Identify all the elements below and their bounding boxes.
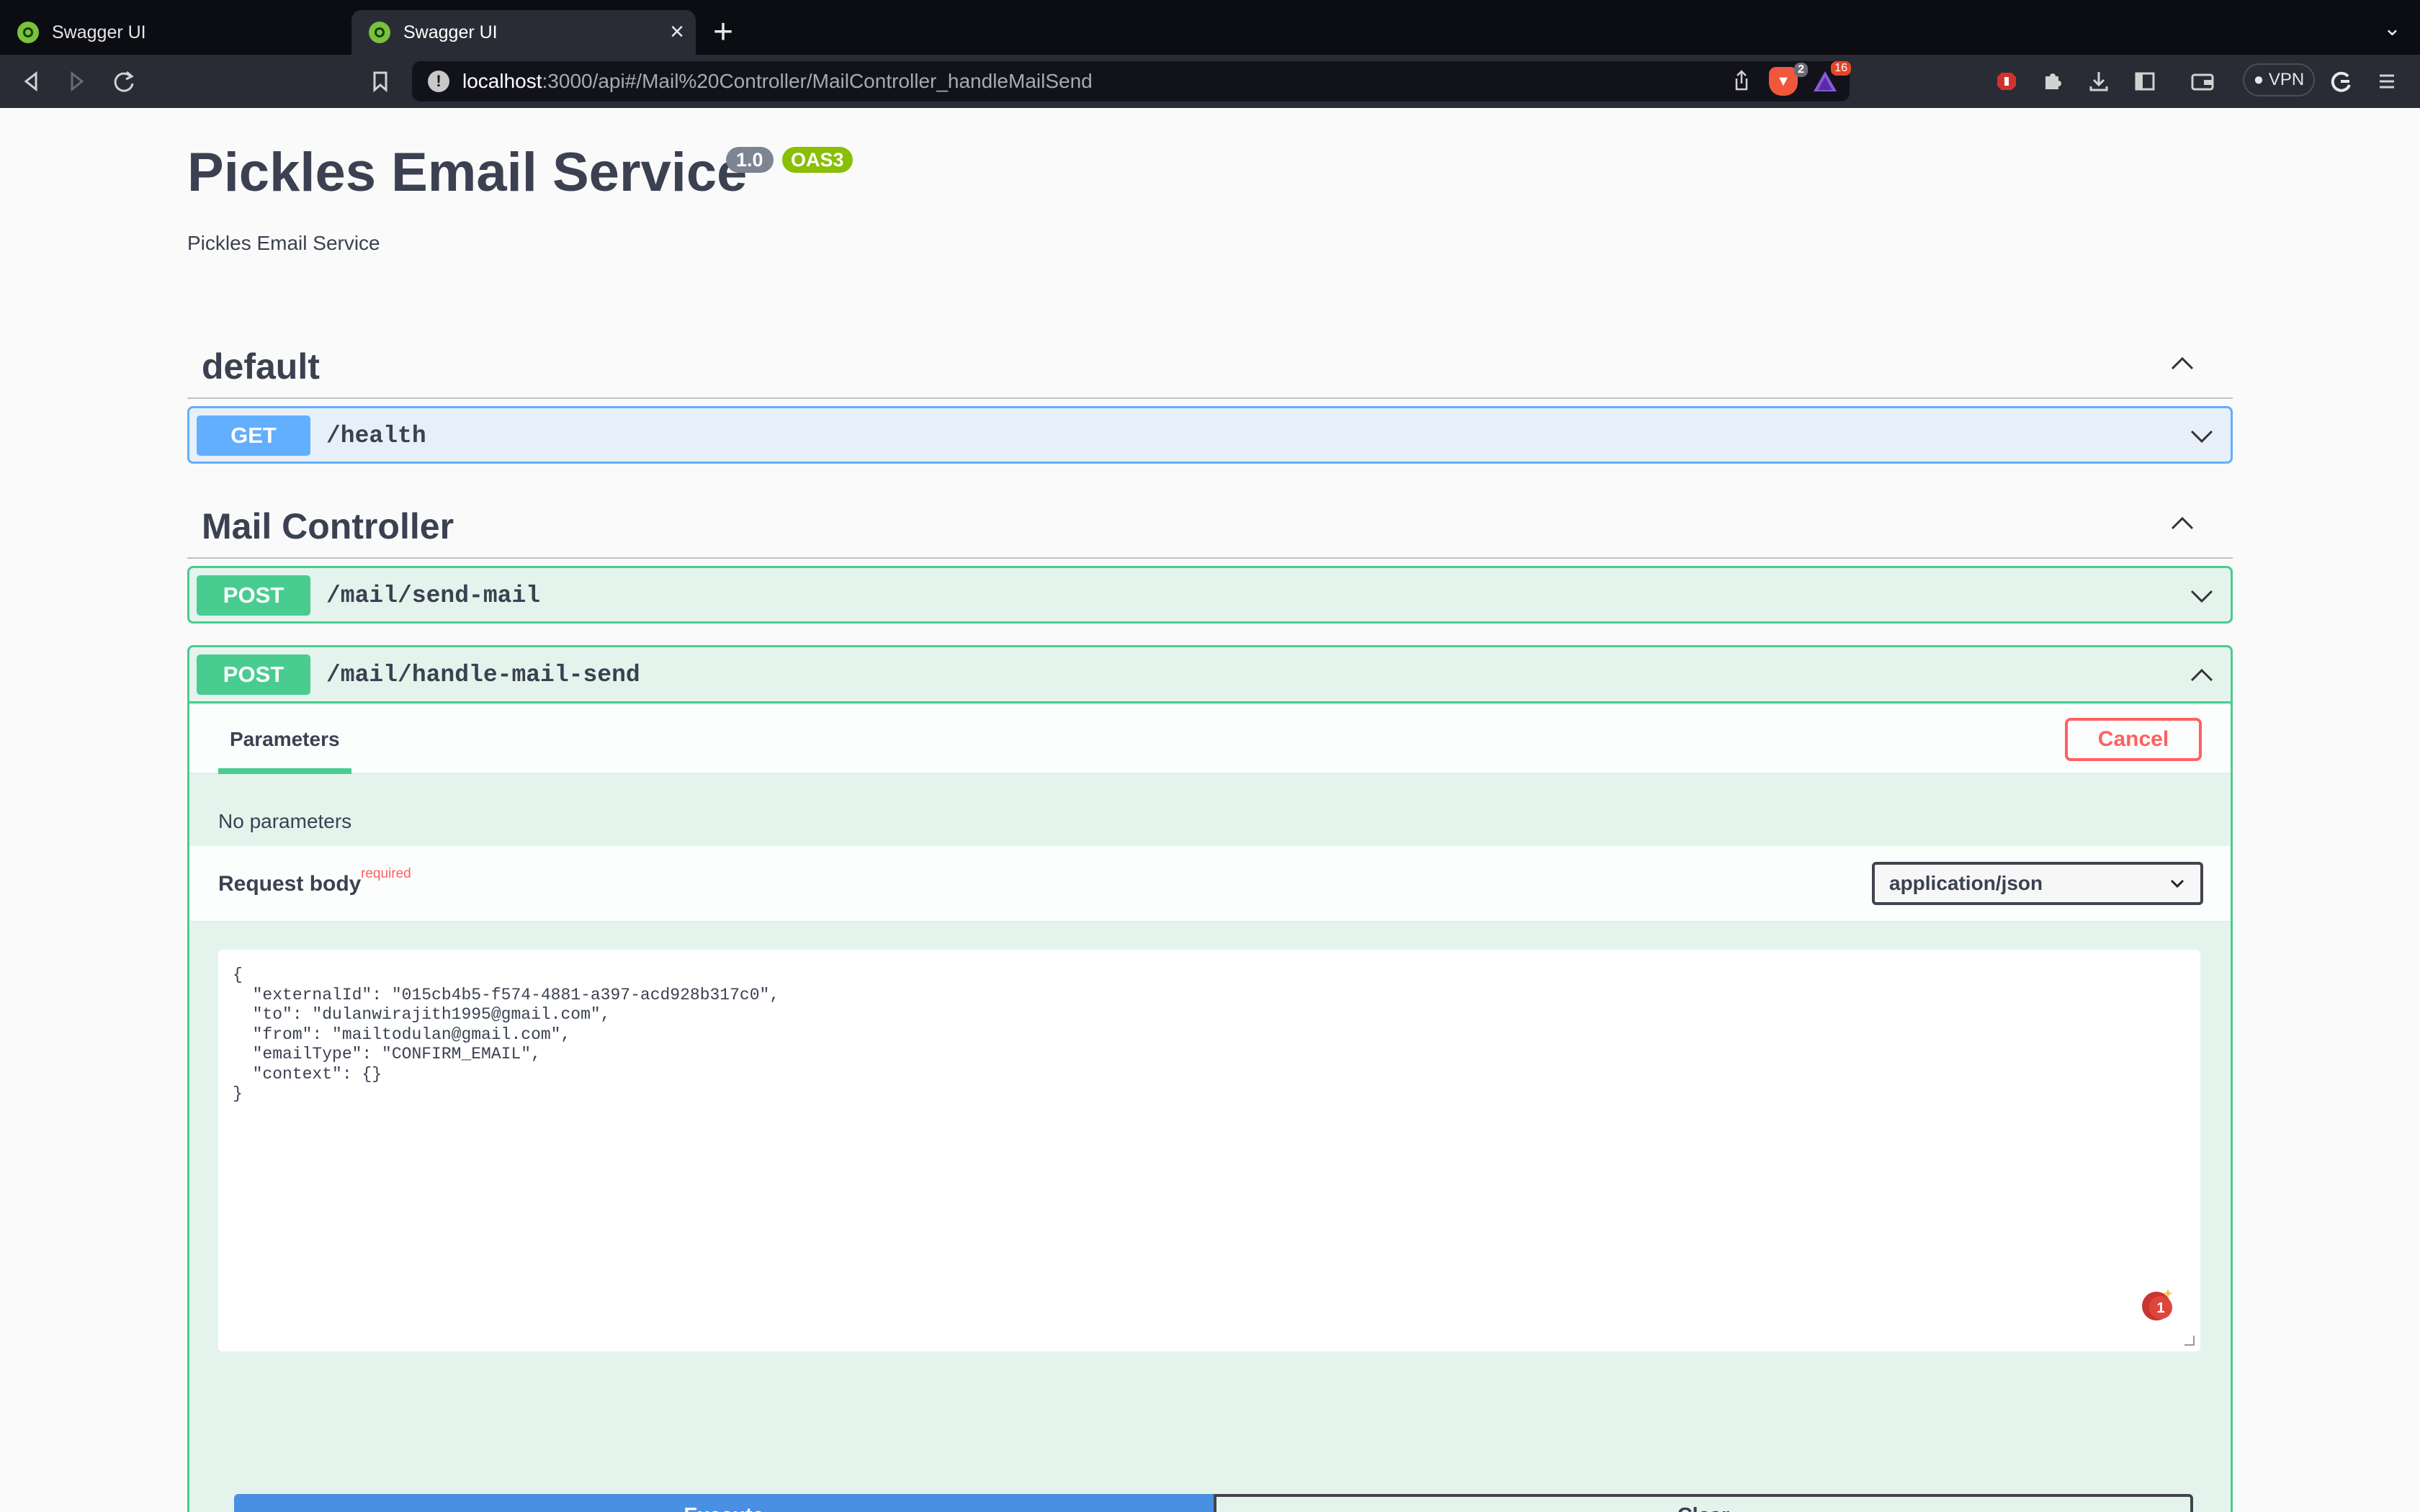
operation-get-health[interactable]: GET /health	[187, 406, 2233, 464]
method-badge-post: POST	[197, 575, 310, 616]
version-badge: 1.0	[726, 147, 774, 173]
chevron-up-icon[interactable]	[2187, 660, 2216, 689]
browser-tab-bar: Swagger UI Swagger UI × + ⌄	[0, 0, 2420, 55]
url-text: localhost:3000/api#/Mail%20Controller/Ma…	[462, 70, 1093, 93]
body-line: "context": {}	[233, 1064, 382, 1084]
bookmark-icon[interactable]	[364, 66, 396, 96]
sidebar-icon[interactable]	[2129, 66, 2161, 96]
cancel-button[interactable]: Cancel	[2065, 718, 2202, 761]
back-icon[interactable]	[16, 66, 48, 96]
address-bar[interactable]: ! localhost:3000/api#/Mail%20Controller/…	[412, 61, 1851, 102]
wallet-icon[interactable]	[2187, 66, 2218, 96]
swagger-favicon-icon	[17, 22, 39, 43]
tab-menu-chevron-icon[interactable]: ⌄	[2383, 16, 2401, 41]
url-host: localhost	[462, 70, 542, 92]
brave-leo-icon[interactable]	[2325, 66, 2357, 96]
operation-post-handle-mail-send: POST /mail/handle-mail-send Parameters C…	[187, 645, 2233, 1512]
browser-menu-icon[interactable]	[2371, 66, 2403, 96]
vpn-label: VPN	[2268, 70, 2305, 89]
browser-tab-label: Swagger UI	[403, 22, 498, 42]
swagger-favicon-icon	[369, 22, 390, 43]
browser-tab-label: Swagger UI	[52, 22, 146, 42]
section-name: default	[202, 346, 320, 387]
shields-count-badge: 2	[1794, 63, 1808, 77]
operation-path: /mail/send-mail	[326, 582, 541, 609]
tab-parameters[interactable]: Parameters	[218, 705, 351, 774]
body-line: {	[233, 966, 243, 984]
grammarly-icon[interactable]: 1	[2139, 1286, 2177, 1323]
chevron-down-icon	[2170, 879, 2184, 888]
execute-button[interactable]: Execute	[234, 1494, 1214, 1512]
operation-summary[interactable]: POST /mail/handle-mail-send	[189, 647, 2231, 703]
method-badge-get: GET	[197, 415, 310, 456]
brave-shields-icon[interactable]: ▼ 2	[1769, 63, 1808, 96]
operation-post-send-mail[interactable]: POST /mail/send-mail	[187, 566, 2233, 624]
body-line: "externalId": "015cb4b5-f574-4881-a397-a…	[233, 985, 780, 1004]
request-body-header: Request body required application/json	[189, 846, 2231, 922]
operation-path: /mail/handle-mail-send	[326, 662, 640, 688]
close-tab-icon[interactable]: ×	[670, 19, 684, 45]
content-type-value: application/json	[1889, 872, 2043, 894]
body-line: "to": "dulanwirajith1995@gmail.com",	[233, 1005, 611, 1024]
section-name: Mail Controller	[202, 506, 454, 546]
browser-tab-1[interactable]: Swagger UI	[0, 10, 346, 55]
site-info-icon[interactable]: !	[428, 71, 449, 92]
method-badge-post: POST	[197, 654, 310, 695]
browser-toolbar: ! localhost:3000/api#/Mail%20Controller/…	[0, 55, 2420, 108]
vpn-button[interactable]: ● VPN	[2243, 63, 2315, 96]
forward-icon[interactable]	[60, 66, 92, 96]
parameters-header: Parameters Cancel	[189, 705, 2231, 774]
new-tab-icon[interactable]: +	[713, 13, 733, 52]
no-parameters-text: No parameters	[218, 810, 352, 832]
section-default-header[interactable]: default	[187, 330, 2233, 399]
browser-tab-2[interactable]: Swagger UI ×	[351, 10, 696, 55]
content-type-select[interactable]: application/json	[1872, 862, 2203, 905]
rewards-count-badge: 16	[1831, 61, 1851, 76]
url-path: :3000/api#/Mail%20Controller/MailControl…	[542, 70, 1093, 92]
chevron-up-icon	[2171, 356, 2194, 370]
api-description: Pickles Email Service	[187, 232, 380, 254]
reload-icon[interactable]	[108, 66, 140, 96]
adblock-extension-icon[interactable]	[1991, 66, 2022, 96]
downloads-icon[interactable]	[2083, 66, 2115, 96]
chevron-down-icon[interactable]	[2187, 421, 2216, 450]
request-body-label: Request body	[218, 872, 362, 896]
share-icon[interactable]	[1727, 67, 1756, 96]
resize-handle[interactable]	[2184, 1336, 2195, 1346]
section-mail-controller-header[interactable]: Mail Controller	[187, 490, 2233, 559]
request-body-editor[interactable]: { "externalId": "015cb4b5-f574-4881-a397…	[218, 950, 2200, 1351]
body-line: "emailType": "CONFIRM_EMAIL",	[233, 1045, 541, 1063]
brave-rewards-icon[interactable]: 16	[1811, 61, 1851, 96]
oas-badge: OAS3	[782, 147, 853, 173]
operation-path: /health	[326, 423, 426, 449]
api-title: Pickles Email Service	[187, 142, 748, 203]
grammarly-count: 1	[2156, 1300, 2164, 1316]
chevron-down-icon[interactable]	[2187, 581, 2216, 610]
clear-button[interactable]: Clear	[1214, 1494, 2193, 1512]
body-line: }	[233, 1084, 243, 1103]
body-line: "from": "mailtodulan@gmail.com",	[233, 1025, 571, 1044]
extensions-puzzle-icon[interactable]	[2037, 66, 2069, 96]
chevron-up-icon	[2171, 516, 2194, 530]
required-marker: required	[361, 866, 411, 881]
